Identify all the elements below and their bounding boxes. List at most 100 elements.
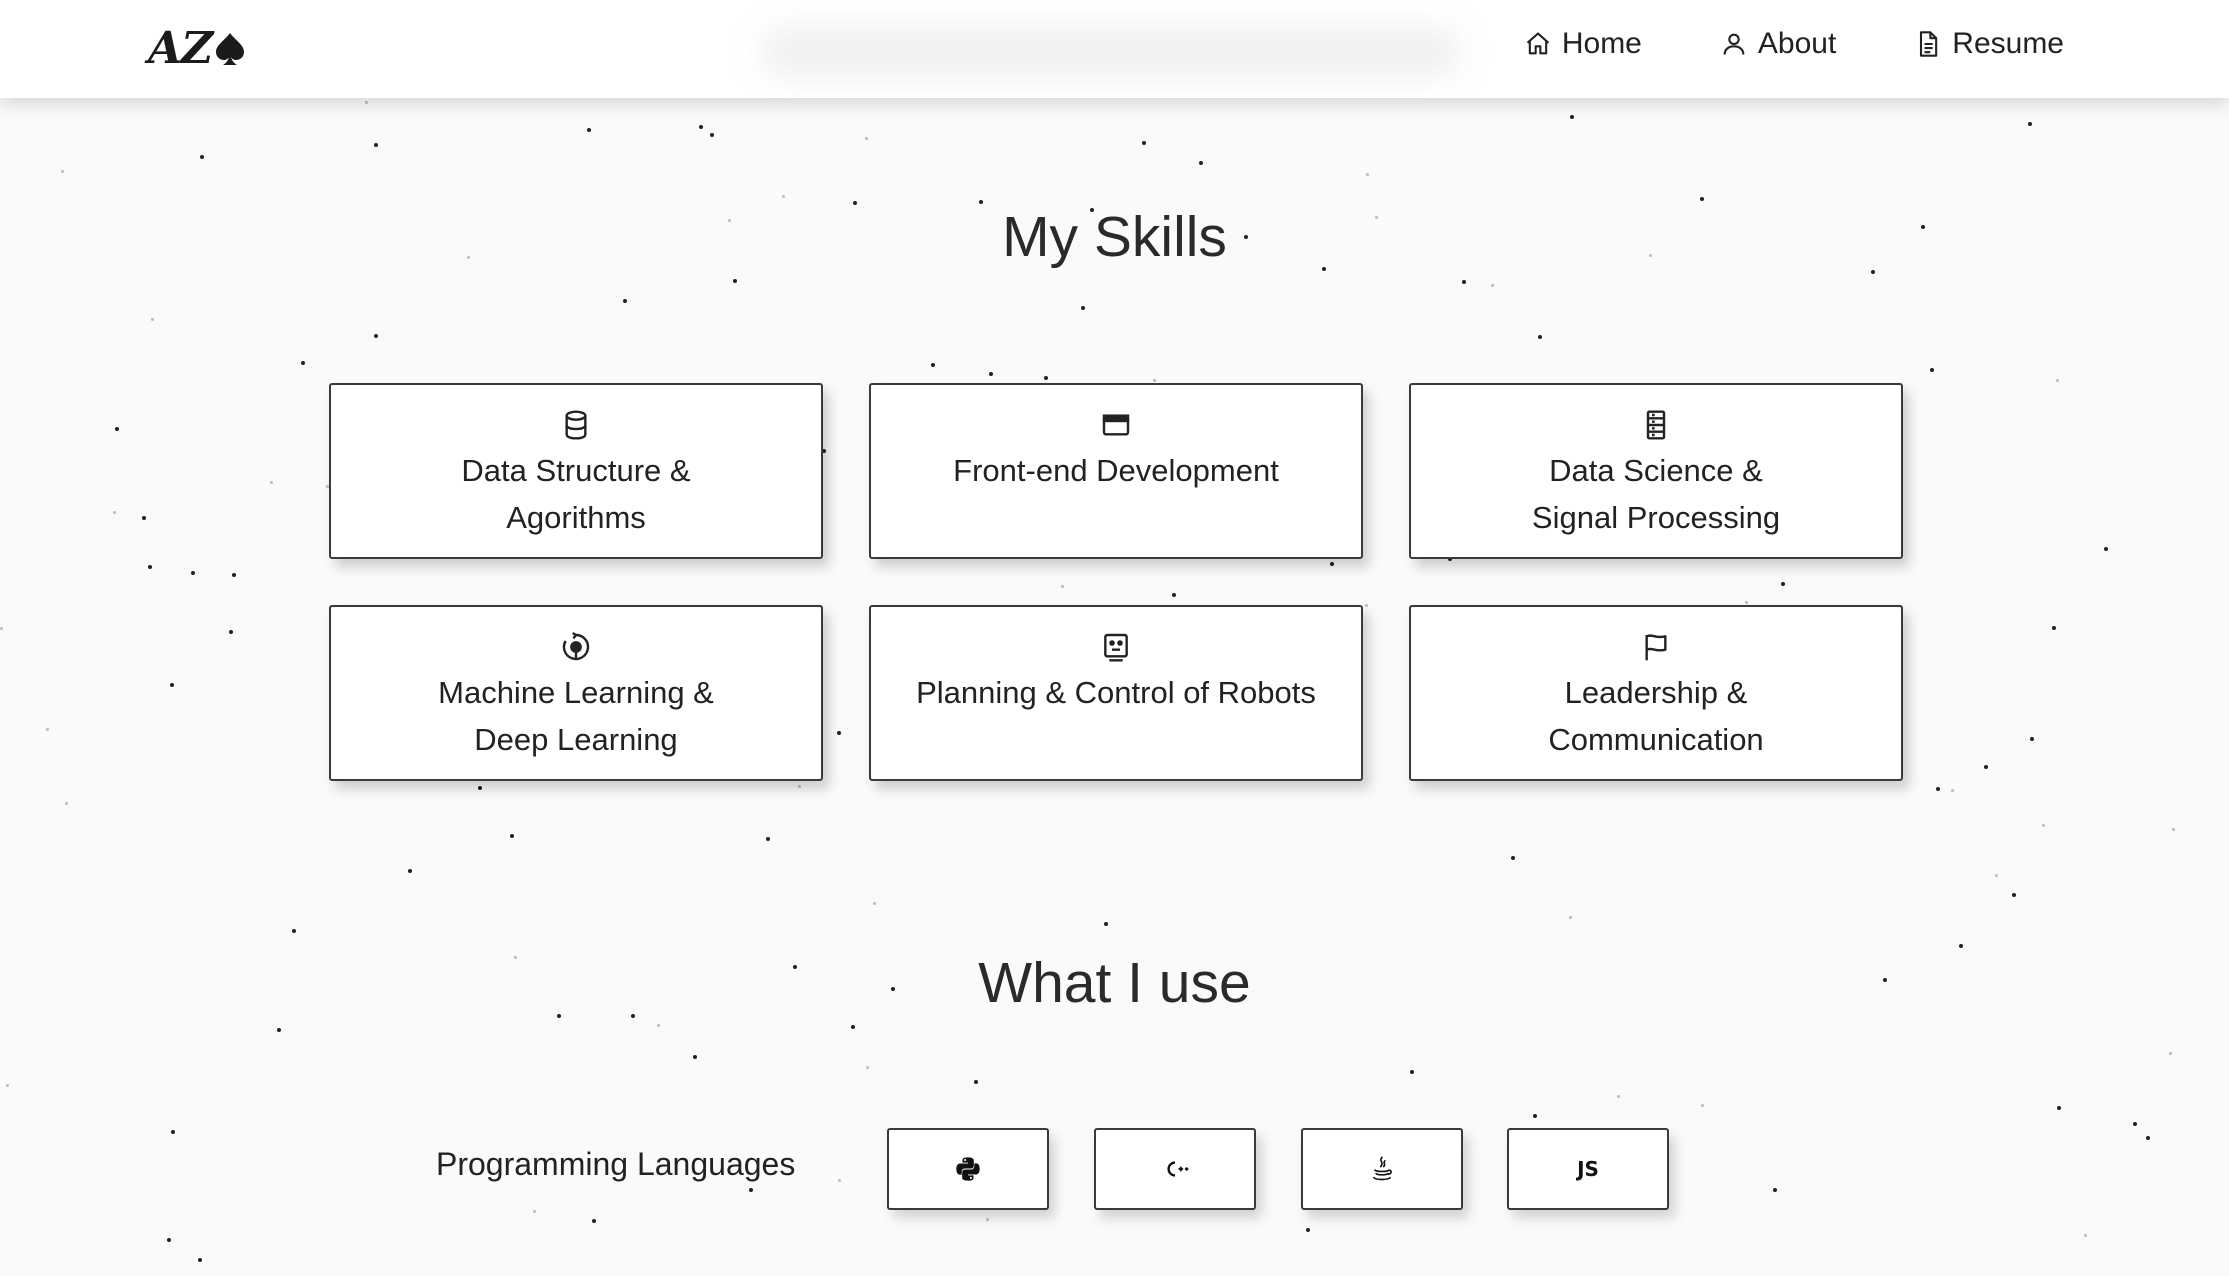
robot-icon <box>1104 633 1128 662</box>
programming-languages-label: Programming Languages <box>436 1146 796 1182</box>
particle-dot <box>533 1210 536 1213</box>
particle-dot <box>301 361 305 365</box>
particle-dot <box>113 511 116 514</box>
particle-dot <box>1533 1114 1537 1118</box>
tool-python[interactable] <box>887 1128 1049 1210</box>
document-icon <box>1920 31 1938 57</box>
particle-dot <box>1951 789 1954 792</box>
particle-dot <box>1410 1070 1414 1074</box>
particle-dot <box>65 802 68 805</box>
particle-dot <box>1959 944 1963 948</box>
particle-dot <box>1936 787 1940 791</box>
nav-about-label: About <box>1757 27 1837 60</box>
particle-dot <box>2057 1106 2061 1110</box>
nav-links: Home About Resume <box>1524 20 2064 68</box>
tool-javascript[interactable]: JS <box>1507 1128 1669 1210</box>
particle-dot <box>657 1024 660 1027</box>
database-icon <box>565 410 587 440</box>
skill-card-dsa[interactable]: Data Structure & Agorithms <box>329 383 823 559</box>
particle-dot <box>374 143 378 147</box>
particle-dot <box>851 1025 855 1029</box>
particle-dot <box>374 334 378 338</box>
skill-card-label: Leadership & Communication <box>1548 675 1764 757</box>
tools-title: What I use <box>978 951 1251 1015</box>
particle-dot <box>232 573 236 577</box>
particle-dot <box>2056 379 2059 382</box>
particle-dot <box>1199 161 1203 165</box>
particle-dot <box>478 786 482 790</box>
particle-dot <box>1142 141 1146 145</box>
particle-dot <box>2042 824 2045 827</box>
particle-dot <box>200 155 204 159</box>
particle-dot <box>229 630 233 634</box>
site-logo[interactable]: AZ <box>148 22 246 74</box>
user-icon <box>1723 33 1745 55</box>
particle-dot <box>292 929 296 933</box>
nav-about-link[interactable]: About <box>1720 20 1836 68</box>
particle-dot <box>191 571 195 575</box>
particle-dot <box>151 318 154 321</box>
particle-dot <box>2133 1122 2137 1126</box>
particle-dot <box>277 1028 281 1032</box>
particle-dot <box>592 1219 596 1223</box>
skill-card-label: Data Structure & Agorithms <box>461 453 691 535</box>
cplusplus-icon <box>1167 1161 1189 1177</box>
skill-card-label: Planning & Control of Robots <box>916 675 1316 710</box>
skill-card-frontend[interactable]: Front-end Development <box>869 383 1363 559</box>
nav-home-link[interactable]: Home <box>1524 20 1642 68</box>
particle-dot <box>1462 280 1466 284</box>
particle-dot <box>587 128 591 132</box>
browser-window-icon <box>1102 414 1130 436</box>
particle-dot <box>6 1084 9 1087</box>
particle-dot <box>2104 547 2108 551</box>
particle-dot <box>2169 1052 2172 1055</box>
particle-dot <box>1044 376 1048 380</box>
particle-dot <box>989 372 993 376</box>
skill-card-ml[interactable]: Machine Learning & Deep Learning <box>329 605 823 781</box>
particle-dot <box>1570 115 1574 119</box>
particle-dot <box>115 427 119 431</box>
particle-dot <box>2012 893 2016 897</box>
particle-dot <box>408 869 412 873</box>
particle-dot <box>974 1080 978 1084</box>
skill-card-data-science[interactable]: Data Science & Signal Processing <box>1409 383 1903 559</box>
particle-dot <box>986 1218 989 1221</box>
particle-dot <box>931 363 935 367</box>
particle-dot <box>1700 197 1704 201</box>
particle-dot <box>1701 1104 1704 1107</box>
particle-dot <box>710 133 714 137</box>
nav-blur-decoration <box>760 26 1460 78</box>
tool-cplusplus[interactable] <box>1094 1128 1256 1210</box>
javascript-icon: JS <box>1577 1157 1599 1181</box>
particle-dot <box>1569 916 1572 919</box>
particle-dot <box>873 902 876 905</box>
particle-dot <box>1984 765 1988 769</box>
skills-grid: Data Structure & Agorithms Front-end Dev… <box>329 383 1905 781</box>
particle-dot <box>1491 284 1494 287</box>
skill-card-robots[interactable]: Planning & Control of Robots <box>869 605 1363 781</box>
tool-java[interactable] <box>1301 1128 1463 1210</box>
particle-dot <box>1153 379 1156 382</box>
particle-dot <box>1081 306 1085 310</box>
particle-dot <box>1538 335 1542 339</box>
particle-dot <box>2084 1234 2087 1237</box>
tools-row: Programming Languages JS <box>0 1128 2229 1210</box>
server-icon <box>1646 410 1666 440</box>
particle-dot <box>1104 922 1108 926</box>
particle-dot <box>798 785 801 788</box>
particle-dot <box>0 627 3 630</box>
particle-dot <box>1306 1228 1310 1232</box>
particle-dot <box>142 516 146 520</box>
particle-dot <box>733 279 737 283</box>
skill-card-leadership[interactable]: Leadership & Communication <box>1409 605 1903 781</box>
java-icon <box>1373 1156 1392 1181</box>
particle-dot <box>782 195 785 198</box>
particle-dot <box>865 137 868 140</box>
navbar: AZ Home About Resume <box>0 0 2229 98</box>
nav-resume-link[interactable]: Resume <box>1914 20 2064 68</box>
particle-dot <box>866 1066 869 1069</box>
particle-dot <box>270 481 273 484</box>
particle-dot <box>148 565 152 569</box>
nav-resume-label: Resume <box>1952 27 2064 60</box>
skill-card-label: Data Science & Signal Processing <box>1531 453 1781 535</box>
